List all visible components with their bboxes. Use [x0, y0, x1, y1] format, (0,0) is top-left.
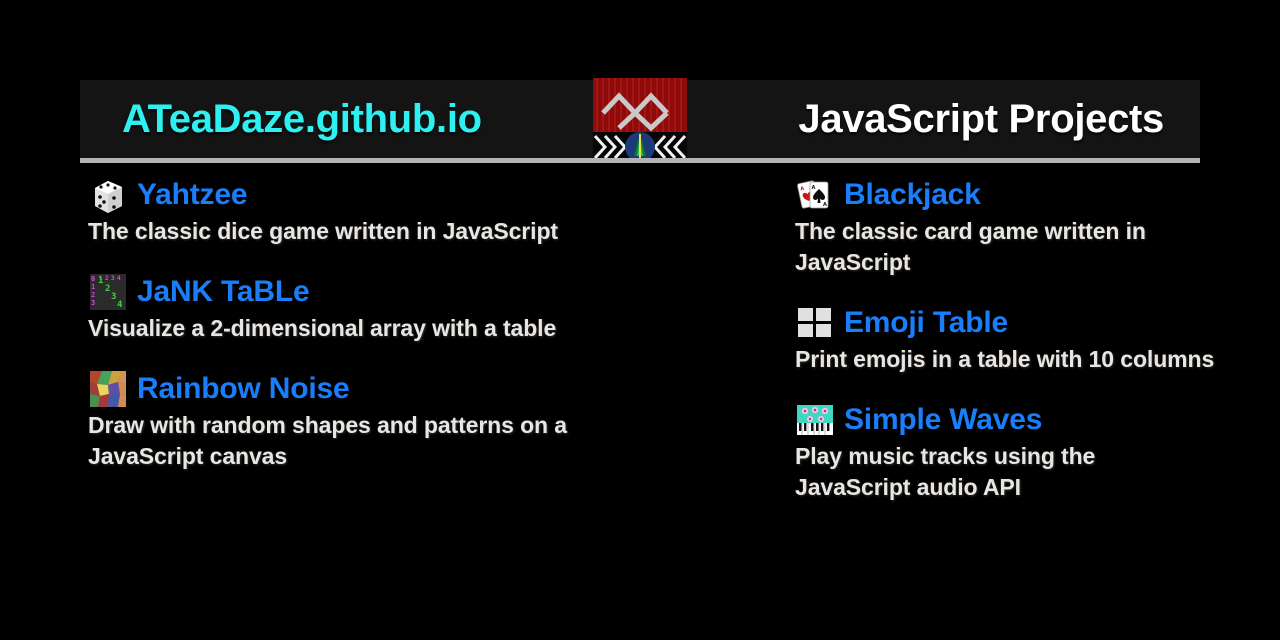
project-name-rainbow-noise[interactable]: Rainbow Noise [137, 372, 350, 406]
grid-squares-icon [798, 308, 831, 338]
project-item-blackjack: A A A Blackjack The classic card game wr… [795, 176, 1215, 278]
project-name-blackjack[interactable]: Blackjack [844, 178, 981, 212]
page-title: JavaScript Projects [798, 96, 1164, 141]
svg-text:A: A [812, 185, 816, 191]
svg-text:4: 4 [117, 275, 121, 282]
svg-text:2: 2 [105, 284, 110, 294]
project-item-emoji-table: Emoji Table Print emojis in a table with… [795, 304, 1215, 375]
project-link-jank-table[interactable]: 01 23 12 34 12 34 JaNK TaBLe [88, 273, 688, 311]
project-description-simple-waves: Play music tracks using the JavaScript a… [795, 443, 1096, 501]
project-description-jank-table: Visualize a 2-dimensional array with a t… [88, 315, 557, 342]
project-description-emoji-table: Print emojis in a table with 10 columns [795, 346, 1215, 373]
project-link-blackjack[interactable]: A A A Blackjack [795, 176, 1215, 214]
project-name-yahtzee[interactable]: Yahtzee [137, 178, 248, 212]
project-link-yahtzee[interactable]: Yahtzee [88, 176, 688, 214]
svg-text:3: 3 [111, 275, 115, 282]
synthesizer-icon [797, 405, 833, 436]
project-link-rainbow-noise[interactable]: Rainbow Noise [88, 370, 688, 408]
project-description-rainbow-noise: Draw with random shapes and patterns on … [88, 412, 567, 470]
project-link-simple-waves[interactable]: Simple Waves [795, 401, 1215, 439]
jank-table-grid-icon: 01 23 12 34 12 34 [90, 274, 126, 311]
svg-text:1: 1 [98, 276, 103, 286]
svg-text:3: 3 [111, 292, 116, 302]
project-item-rainbow-noise: Rainbow Noise Draw with random shapes an… [88, 370, 688, 472]
header-divider [80, 158, 1200, 163]
site-logo-mountains-tree[interactable] [593, 78, 687, 162]
project-name-emoji-table[interactable]: Emoji Table [844, 306, 1008, 340]
project-name-simple-waves[interactable]: Simple Waves [844, 403, 1042, 437]
projects-column-right: A A A Blackjack The classic card game wr… [795, 176, 1215, 529]
projects-column-left: Yahtzee The classic dice game written in… [88, 176, 688, 498]
project-item-simple-waves: Simple Waves Play music tracks using the… [795, 401, 1215, 503]
project-item-jank-table: 01 23 12 34 12 34 JaNK TaBLe Visualize a… [88, 273, 688, 344]
svg-text:A: A [823, 202, 827, 208]
site-logo-icon [593, 78, 687, 162]
brand-title[interactable]: ATeaDaze.github.io [122, 97, 482, 142]
svg-text:2: 2 [105, 275, 109, 282]
svg-text:3: 3 [91, 299, 95, 307]
svg-text:2: 2 [91, 291, 95, 299]
dice-icon [95, 181, 122, 213]
project-link-emoji-table[interactable]: Emoji Table [795, 304, 1215, 342]
rainbow-mosaic-icon [90, 371, 126, 408]
project-description-blackjack: The classic card game written in JavaScr… [795, 218, 1146, 276]
svg-text:4: 4 [117, 300, 123, 310]
project-name-jank-table[interactable]: JaNK TaBLe [137, 275, 310, 309]
project-description-yahtzee: The classic dice game written in JavaScr… [88, 218, 558, 244]
svg-text:1: 1 [91, 283, 95, 291]
svg-text:0: 0 [91, 275, 95, 283]
project-item-yahtzee: Yahtzee The classic dice game written in… [88, 176, 688, 247]
playing-cards-icon: A A A [797, 180, 829, 209]
